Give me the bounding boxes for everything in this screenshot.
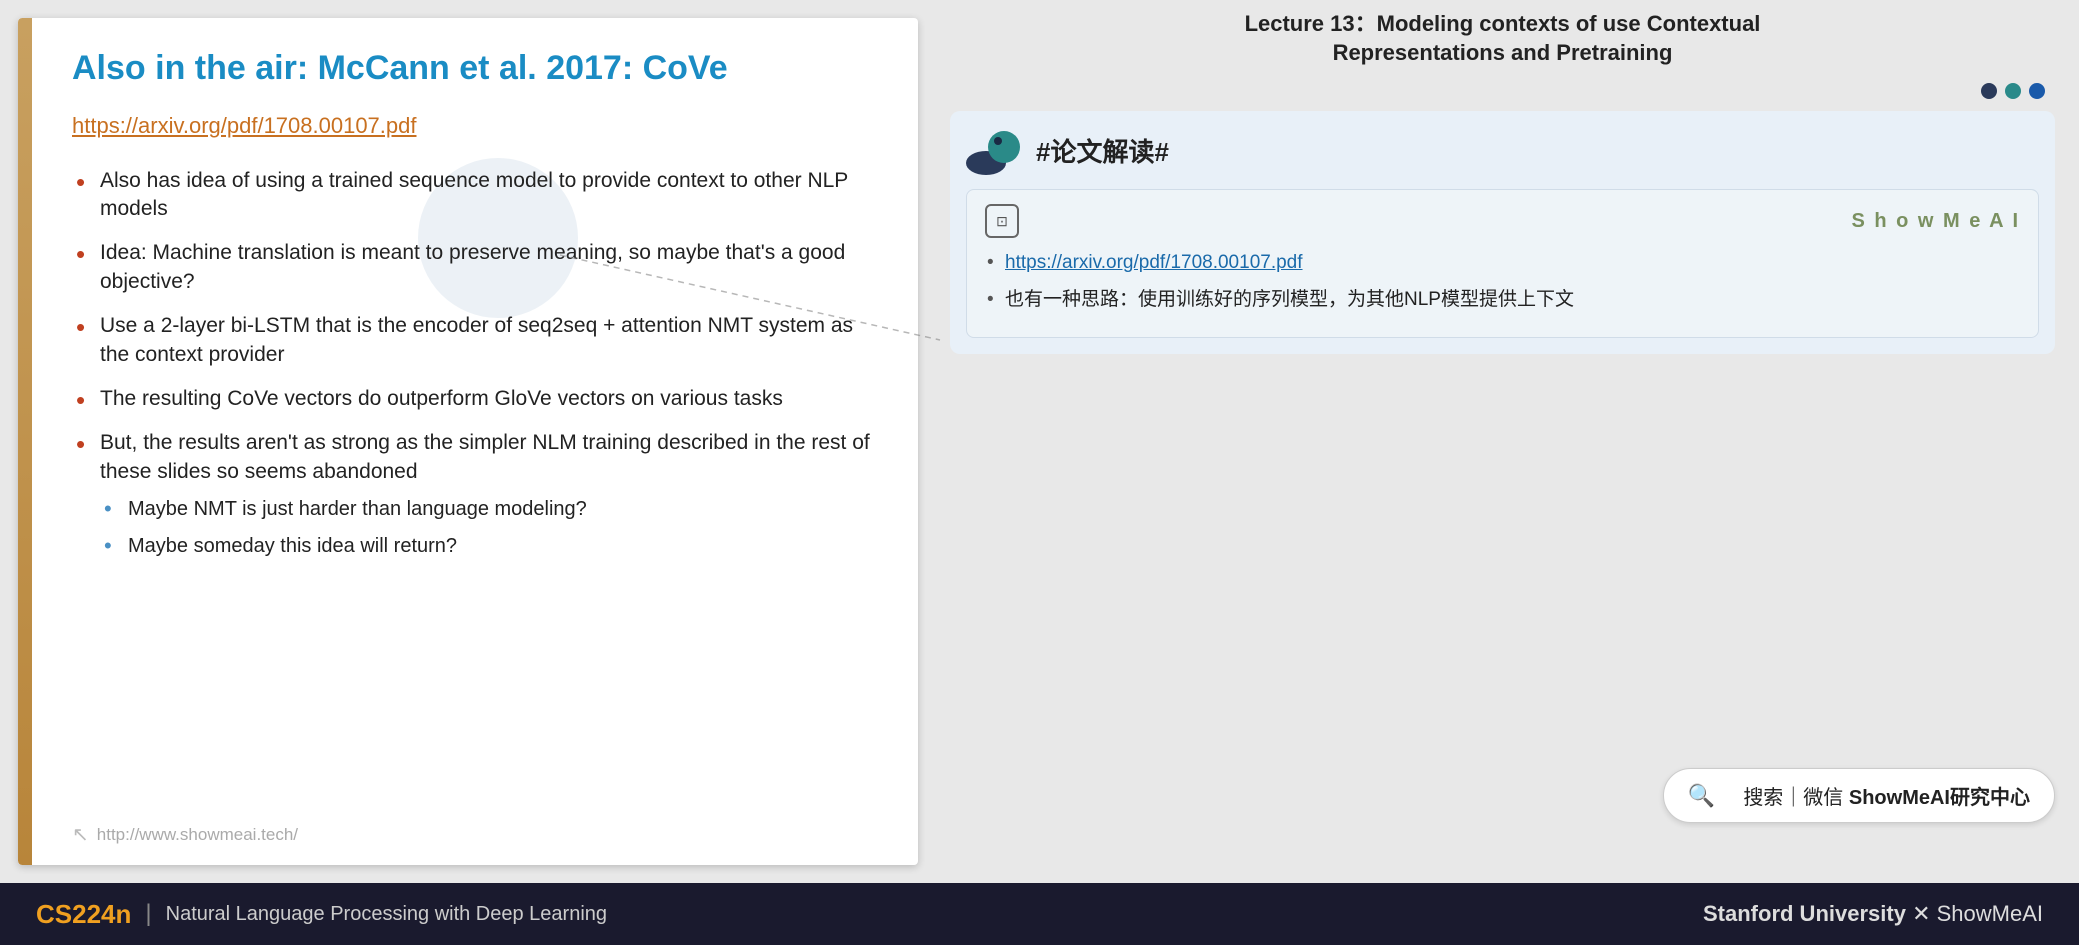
bullet-item-2: Idea: Machine translation is meant to pr… xyxy=(72,239,878,296)
search-bar[interactable]: 🔍 搜索｜微信 ShowMeAI研究中心 xyxy=(1663,768,2055,823)
slide-link[interactable]: https://arxiv.org/pdf/1708.00107.pdf xyxy=(72,113,878,139)
content-area: Also in the air: McCann et al. 2017: CoV… xyxy=(0,0,2079,883)
brand-card: #论文解读# ⊡ S h o w M e A I https://arxiv.o… xyxy=(950,111,2055,354)
dot-2 xyxy=(2005,83,2021,99)
footer-url: http://www.showmeai.tech/ xyxy=(97,825,298,845)
card-bullet-link: https://arxiv.org/pdf/1708.00107.pdf xyxy=(985,250,2020,277)
bottom-left: CS224n | Natural Language Processing wit… xyxy=(36,899,607,930)
sub-bullet-item-2: Maybe someday this idea will return? xyxy=(100,533,878,560)
right-panel: Lecture 13：Modeling contexts of use Cont… xyxy=(918,0,2079,883)
slide-content: Also in the air: McCann et al. 2017: CoV… xyxy=(32,18,918,865)
bullet-item-5: But, the results aren't as strong as the… xyxy=(72,429,878,560)
brand-logo xyxy=(966,125,1022,175)
search-text: 搜索｜微信 ShowMeAI研究中心 xyxy=(1743,781,2030,810)
bottom-bar: CS224n | Natural Language Processing wit… xyxy=(0,883,2079,945)
bottom-right: Stanford University ✕ ShowMeAI xyxy=(1703,901,2043,927)
dot-3 xyxy=(2029,83,2045,99)
bullet-item-1: Also has idea of using a trained sequenc… xyxy=(72,167,878,224)
search-icon: 🔍 xyxy=(1688,783,1715,809)
showmeai-icon: ⊡ xyxy=(985,204,1019,238)
bullet-item-3: Use a 2-layer bi-LSTM that is the encode… xyxy=(72,312,878,369)
dot-1 xyxy=(1981,83,1997,99)
bottom-subtitle: Natural Language Processing with Deep Le… xyxy=(166,903,607,926)
card-bullet-text: 也有一种思路：使用训练好的序列模型，为其他NLP模型提供上下文 xyxy=(985,287,2020,314)
brand-hashtag: #论文解读# xyxy=(1036,132,1169,169)
card-arxiv-link[interactable]: https://arxiv.org/pdf/1708.00107.pdf xyxy=(1005,252,1303,273)
university-name: Stanford University xyxy=(1703,901,1906,926)
cursor-icon: ↖ xyxy=(72,822,89,847)
dots-row xyxy=(950,83,2055,99)
slide-left-bar xyxy=(18,18,32,865)
card-bullet-list: https://arxiv.org/pdf/1708.00107.pdf 也有一… xyxy=(985,250,2020,313)
bottom-divider: | xyxy=(145,900,151,928)
brand-header: #论文解读# xyxy=(966,125,2039,175)
slide-title: Also in the air: McCann et al. 2017: CoV… xyxy=(72,48,878,89)
bullet-list: Also has idea of using a trained sequenc… xyxy=(72,167,878,560)
main-container: Also in the air: McCann et al. 2017: CoV… xyxy=(0,0,2079,945)
slide-panel: Also in the air: McCann et al. 2017: CoV… xyxy=(18,18,918,865)
sub-bullet-item-1: Maybe NMT is just harder than language m… xyxy=(100,496,878,523)
showmeai-label: S h o w M e A I xyxy=(1851,210,2020,233)
showmeai-card-header: ⊡ S h o w M e A I xyxy=(985,204,2020,238)
lecture-title: Lecture 13：Modeling contexts of use Cont… xyxy=(950,10,2055,67)
showmeai-card: ⊡ S h o w M e A I https://arxiv.org/pdf/… xyxy=(966,189,2039,338)
sub-bullet-list: Maybe NMT is just harder than language m… xyxy=(100,496,878,560)
course-code: CS224n xyxy=(36,899,131,930)
bullet-item-4: The resulting CoVe vectors do outperform… xyxy=(72,385,878,413)
slide-footer: ↖ http://www.showmeai.tech/ xyxy=(72,822,298,847)
x-separator: ✕ ShowMeAI xyxy=(1912,901,2043,926)
